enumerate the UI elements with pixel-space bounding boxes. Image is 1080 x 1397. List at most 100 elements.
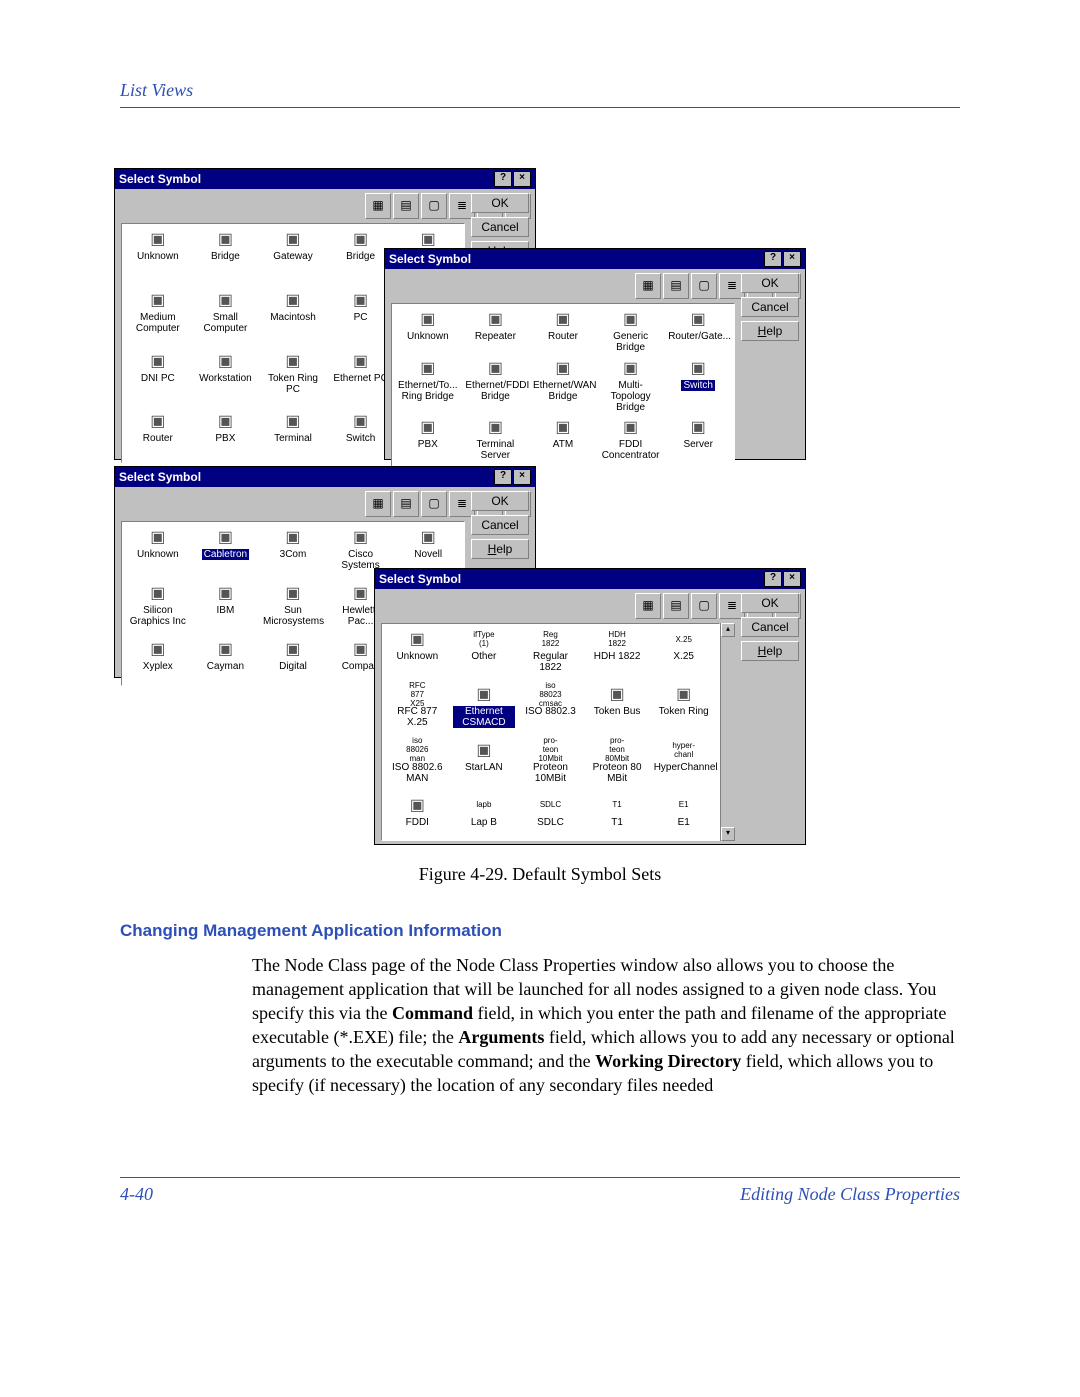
symbol-icon: ▣ <box>212 228 238 250</box>
toolbar-button[interactable]: ▤ <box>663 593 689 619</box>
symbol-item[interactable]: ▣Ethernet/FDDI Bridge <box>464 357 528 415</box>
symbol-item[interactable]: ▣PBX <box>194 410 258 458</box>
symbol-item[interactable]: iso 88026 manISO 8802.6 MAN <box>386 739 449 792</box>
toolbar-button[interactable]: ▢ <box>691 273 717 299</box>
symbol-item[interactable]: ▣Unknown <box>126 228 190 287</box>
symbol-item[interactable]: ▣Token Ring <box>652 683 715 736</box>
scrollbar[interactable]: ▴ ▾ <box>720 623 735 841</box>
ok-button[interactable]: OK <box>471 193 529 213</box>
symbol-item[interactable]: ▣Small Computer <box>194 289 258 348</box>
symbol-item[interactable]: ▣StarLAN <box>453 739 516 792</box>
symbol-item[interactable]: ▣FDDI <box>386 794 449 836</box>
symbol-item[interactable]: ▣Router <box>531 308 595 355</box>
symbol-item[interactable]: ▣Ethernet CSMACD <box>453 683 516 736</box>
symbol-item[interactable]: hyper-chanlHyperChannel <box>652 739 715 792</box>
symbol-item[interactable]: ▣Switch <box>329 410 393 458</box>
scroll-up-icon[interactable]: ▴ <box>721 623 735 637</box>
symbol-item[interactable]: ▣Cabletron <box>194 526 258 580</box>
ok-button[interactable]: OK <box>741 593 799 613</box>
symbol-item[interactable]: ▣Token Ring PC <box>261 350 325 409</box>
close-icon[interactable]: × <box>513 171 531 187</box>
help-button[interactable]: Help <box>471 539 529 559</box>
symbol-item[interactable]: E1E1 <box>652 794 715 836</box>
symbol-item[interactable]: X.25X.25 <box>652 628 715 681</box>
symbol-item[interactable]: ▣Gateway <box>261 228 325 287</box>
help-icon[interactable]: ? <box>494 171 512 187</box>
help-button[interactable]: Help <box>741 641 799 661</box>
symbol-item[interactable]: ▣3Com <box>261 526 325 580</box>
symbol-item[interactable]: ▣Repeater <box>464 308 528 355</box>
symbol-item[interactable]: SDLCSDLC <box>519 794 582 836</box>
help-icon[interactable]: ? <box>764 571 782 587</box>
toolbar-button[interactable]: ▤ <box>393 491 419 517</box>
cancel-button[interactable]: Cancel <box>741 617 799 637</box>
cancel-button[interactable]: Cancel <box>741 297 799 317</box>
symbol-item[interactable]: ▣PBX <box>396 416 460 463</box>
toolbar-button[interactable]: ▢ <box>421 193 447 219</box>
symbol-item[interactable]: ▣Bridge <box>329 228 393 287</box>
symbol-item[interactable]: T1T1 <box>586 794 649 836</box>
toolbar-button[interactable]: ▢ <box>691 593 717 619</box>
symbol-item[interactable]: lapbLap B <box>453 794 516 836</box>
symbol-item[interactable]: ▣Router <box>126 410 190 458</box>
symbol-item[interactable]: Reg 1822Regular 1822 <box>519 628 582 681</box>
symbol-item[interactable]: pro-teon 10MbitProteon 10MBit <box>519 739 582 792</box>
symbol-item[interactable]: RFC 877 X25RFC 877 X.25 <box>386 683 449 736</box>
symbol-item[interactable]: ▣Unknown <box>126 526 190 580</box>
symbol-grid[interactable]: ▣UnknownifType (1)OtherReg 1822Regular 1… <box>381 623 720 841</box>
close-icon[interactable]: × <box>783 251 801 267</box>
help-button[interactable]: Help <box>741 321 799 341</box>
symbol-item[interactable]: ▣Medium Computer <box>126 289 190 348</box>
symbol-item[interactable]: ▣Ethernet/To... Ring Bridge <box>396 357 460 415</box>
ok-button[interactable]: OK <box>471 491 529 511</box>
symbol-label: Switch <box>681 380 714 391</box>
symbol-item[interactable]: ▣Xyplex <box>126 638 190 681</box>
symbol-item[interactable]: ▣Unknown <box>396 308 460 355</box>
toolbar-button[interactable]: ▦ <box>365 193 391 219</box>
symbol-item[interactable]: ▣FDDI Concentrator <box>599 416 663 463</box>
symbol-item[interactable]: ▣IBM <box>194 582 258 636</box>
symbol-item[interactable]: ▣Terminal <box>261 410 325 458</box>
help-icon[interactable]: ? <box>764 251 782 267</box>
close-icon[interactable]: × <box>783 571 801 587</box>
help-icon[interactable]: ? <box>494 469 512 485</box>
symbol-icon: HDH 1822 <box>604 628 630 650</box>
cancel-button[interactable]: Cancel <box>471 217 529 237</box>
symbol-item[interactable]: ▣Silicon Graphics Inc <box>126 582 190 636</box>
symbol-item[interactable]: ▣Ethernet PC <box>329 350 393 409</box>
symbol-item[interactable]: ▣Switch <box>666 357 730 415</box>
toolbar-button[interactable]: ▦ <box>365 491 391 517</box>
symbol-item[interactable]: iso 88023 cmsacISO 8802.3 <box>519 683 582 736</box>
symbol-item[interactable]: ▣Unknown <box>386 628 449 681</box>
ok-button[interactable]: OK <box>741 273 799 293</box>
symbol-item[interactable]: ▣DNI PC <box>126 350 190 409</box>
symbol-item[interactable]: ▣Token Bus <box>586 683 649 736</box>
symbol-item[interactable]: pro-teon 80MbitProteon 80 MBit <box>586 739 649 792</box>
symbol-item[interactable]: ▣Digital <box>261 638 325 681</box>
toolbar-button[interactable]: ▦ <box>635 593 661 619</box>
symbol-item[interactable]: ▣Cayman <box>194 638 258 681</box>
symbol-item[interactable]: ▣Bridge <box>194 228 258 287</box>
symbol-label: X.25 <box>673 651 694 662</box>
symbol-item[interactable]: ▣Terminal Server <box>464 416 528 463</box>
toolbar-button[interactable]: ▤ <box>663 273 689 299</box>
symbol-item[interactable]: ▣Sun Microsystems <box>261 582 325 636</box>
scroll-down-icon[interactable]: ▾ <box>721 827 735 841</box>
symbol-item[interactable]: ▣ATM <box>531 416 595 463</box>
symbol-item[interactable]: ▣Macintosh <box>261 289 325 348</box>
toolbar-button[interactable]: ▦ <box>635 273 661 299</box>
symbol-item[interactable]: ▣Generic Bridge <box>599 308 663 355</box>
symbol-grid[interactable]: ▣Unknown▣Repeater▣Router▣Generic Bridge▣… <box>391 303 735 468</box>
symbol-item[interactable]: HDH 1822HDH 1822 <box>586 628 649 681</box>
close-icon[interactable]: × <box>513 469 531 485</box>
symbol-item[interactable]: ifType (1)Other <box>453 628 516 681</box>
symbol-item[interactable]: ▣Multi-Topology Bridge <box>599 357 663 415</box>
toolbar-button[interactable]: ▤ <box>393 193 419 219</box>
symbol-item[interactable]: ▣Ethernet/WAN Bridge <box>531 357 595 415</box>
toolbar-button[interactable]: ▢ <box>421 491 447 517</box>
symbol-item[interactable]: ▣Server <box>666 416 730 463</box>
symbol-item[interactable]: ▣Workstation <box>194 350 258 409</box>
symbol-item[interactable]: ▣Router/Gate... <box>666 308 730 355</box>
symbol-item[interactable]: ▣PC <box>329 289 393 348</box>
cancel-button[interactable]: Cancel <box>471 515 529 535</box>
